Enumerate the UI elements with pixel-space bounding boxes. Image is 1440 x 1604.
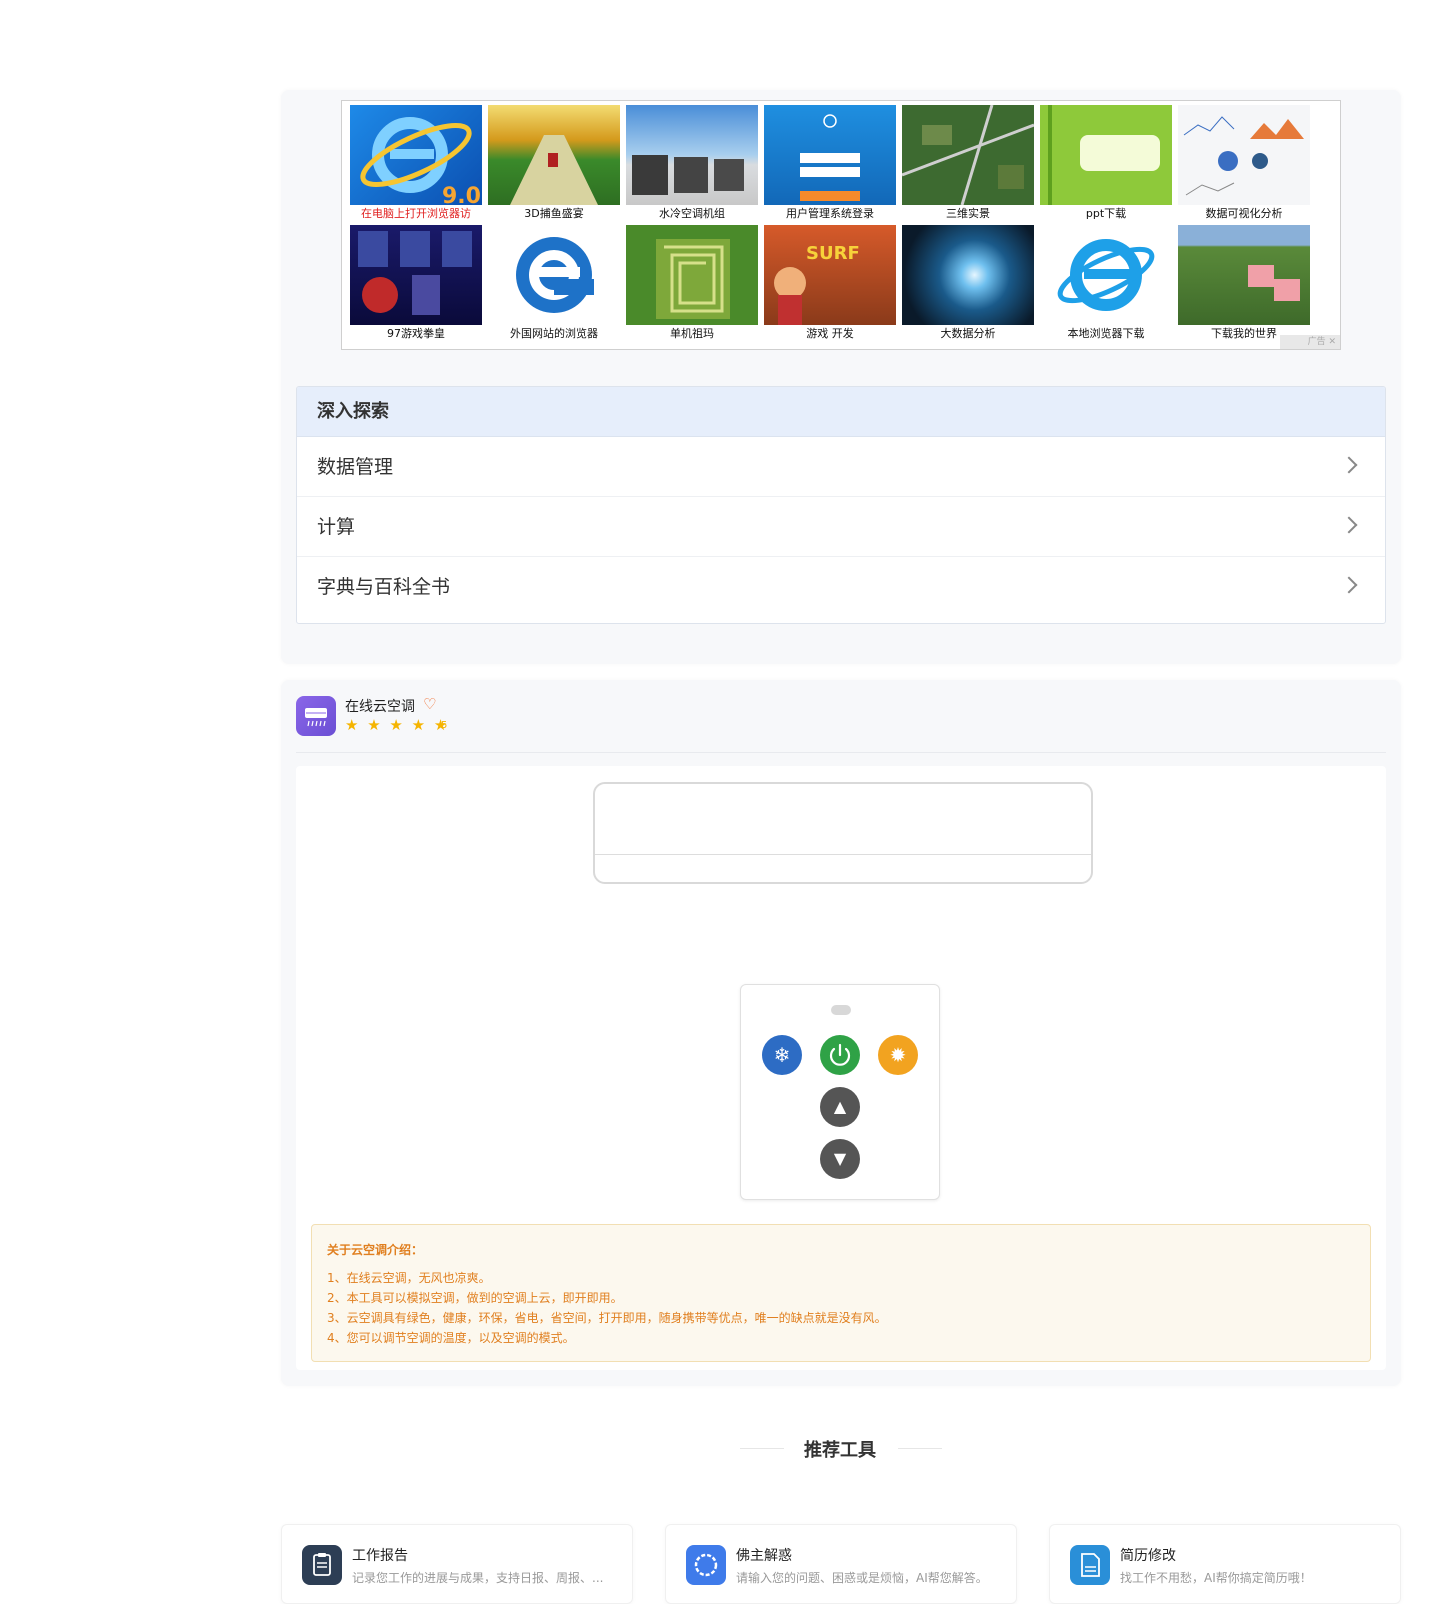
sunflower-game-image <box>488 105 620 205</box>
document-icon <box>1070 1545 1110 1585</box>
intro-line: 1、在线云空调，无风也凉爽。 <box>327 1271 491 1285</box>
triangle-up-icon: ▲ <box>833 1097 847 1116</box>
aerial-map-image <box>902 105 1034 205</box>
recommend-card-work-report[interactable]: 工作报告 记录您工作的进展与成果，支持日报、周报、... <box>281 1524 633 1604</box>
ad-caption: 三维实景 <box>946 207 990 220</box>
ad-caption: 外国网站的浏览器 <box>510 327 598 340</box>
ad-tile-zuma[interactable]: 单机祖玛 <box>626 225 758 343</box>
ppt-template-image <box>1040 105 1172 205</box>
intro-line: 4、您可以调节空调的温度，以及空调的模式。 <box>327 1331 575 1345</box>
recommend-title: 推荐工具 <box>804 1440 876 1461</box>
remote-control: ❄ ✹ ▲ ▼ <box>740 984 940 1200</box>
heating-mode-button[interactable]: ✹ <box>878 1035 918 1075</box>
temperature-up-button[interactable]: ▲ <box>820 1087 860 1127</box>
triangle-down-icon: ▼ <box>833 1149 847 1168</box>
explore-item-label: 数据管理 <box>317 456 394 478</box>
ad-tile-kof[interactable]: 97游戏拳皇 <box>350 225 482 343</box>
ad-tile-data-viz[interactable]: 数据可视化分析 <box>1178 105 1310 223</box>
rating-value: 5 <box>441 720 448 731</box>
divider <box>296 752 1386 753</box>
explore-item-label: 计算 <box>317 516 356 538</box>
recommend-name: 工作报告 <box>352 1548 408 1564</box>
recommend-name: 佛主解惑 <box>736 1548 792 1564</box>
recommend-desc: 找工作不用愁，AI帮你搞定简历哦！ <box>1120 1571 1312 1585</box>
explore-item-dictionary[interactable]: 字典与百科全书 <box>297 557 1385 617</box>
sun-icon: ✹ <box>889 1043 907 1067</box>
ad-caption: 在电脑上打开浏览器访 <box>361 207 471 220</box>
air-conditioner-unit <box>593 782 1093 884</box>
explore-panel: 深入探索 数据管理 计算 字典与百科全书 <box>296 386 1386 624</box>
ad-caption: 用户管理系统登录 <box>786 207 874 220</box>
ad-tile-ppt[interactable]: ppt下载 <box>1040 105 1172 223</box>
ad-caption: 水冷空调机组 <box>659 207 725 220</box>
recommend-name: 简历修改 <box>1120 1548 1176 1564</box>
clipboard-icon <box>302 1545 342 1585</box>
ad-caption: 97游戏拳皇 <box>387 327 445 340</box>
favorite-heart-icon[interactable]: ♡ <box>423 695 436 713</box>
chiller-image <box>626 105 758 205</box>
tool-card: 在线云空调 ♡ ★ ★ ★ ★ ★ 5 ❄ ✹ ▲ ▼ 关于云空调介绍： 1、在… <box>281 680 1401 1386</box>
ie-logo-image <box>1040 225 1172 325</box>
air-conditioner-icon <box>296 696 336 736</box>
fighting-game-image <box>350 225 482 325</box>
snowflake-icon: ❄ <box>773 1043 791 1067</box>
temperature-down-button[interactable]: ▼ <box>820 1139 860 1179</box>
maze-game-image <box>626 225 758 325</box>
svg-text:SURF: SURF <box>806 243 860 264</box>
ie-logo-image: 9.0 <box>350 105 482 205</box>
login-screen-image <box>764 105 896 205</box>
intro-line: 3、云空调具有绿色，健康，环保，省电，省空间，打开即用，随身携带等优点，唯一的缺… <box>327 1311 887 1325</box>
intro-line: 2、本工具可以模拟空调，做到的空调上云，即开即用。 <box>327 1291 623 1305</box>
subway-game-image: SURF <box>764 225 896 325</box>
power-icon <box>829 1043 851 1066</box>
ad-tag[interactable]: 广告 ✕ <box>1280 335 1340 349</box>
remote-led-indicator <box>831 1005 851 1015</box>
svg-text:9.0: 9.0 <box>442 184 481 205</box>
ad-caption: 数据可视化分析 <box>1205 207 1283 220</box>
explore-title: 深入探索 <box>297 387 1385 437</box>
data-chart-image <box>1178 105 1310 205</box>
section-divider-right <box>898 1448 942 1449</box>
tool-workspace: ❄ ✹ ▲ ▼ 关于云空调介绍： 1、在线云空调，无风也凉爽。 2、本工具可以模… <box>296 766 1386 1370</box>
power-button[interactable] <box>820 1035 860 1075</box>
ad-tile-login[interactable]: 用户管理系统登录 <box>764 105 896 223</box>
data-tunnel-image <box>902 225 1034 325</box>
edge-logo-image <box>488 225 620 325</box>
ad-tile-fishing[interactable]: 3D捕鱼盛宴 <box>488 105 620 223</box>
recommend-card-resume[interactable]: 简历修改 找工作不用愁，AI帮你搞定简历哦！ <box>1049 1524 1401 1604</box>
ad-tile-bigdata[interactable]: 大数据分析 <box>902 225 1034 343</box>
ad-tile-minecraft[interactable]: 下载我的世界 <box>1178 225 1310 343</box>
intro-title: 关于云空调介绍： <box>327 1243 424 1257</box>
ad-caption: 大数据分析 <box>940 327 996 340</box>
ring-icon <box>686 1545 726 1585</box>
ad-tile-edge[interactable]: 外国网站的浏览器 <box>488 225 620 343</box>
recommend-desc: 请输入您的问题、困惑或是烦恼，AI帮您解答。 <box>736 1571 988 1585</box>
chevron-right-icon <box>1340 516 1358 534</box>
ad-caption: 游戏 开发 <box>806 327 854 340</box>
explore-item-label: 字典与百科全书 <box>317 576 451 598</box>
recommend-desc: 记录您工作的进展与成果，支持日报、周报、... <box>352 1571 604 1585</box>
recommend-card-buddha[interactable]: 佛主解惑 请输入您的问题、困惑或是烦恼，AI帮您解答。 <box>665 1524 1017 1604</box>
ad-tile-local-browser[interactable]: 本地浏览器下载 <box>1040 225 1172 343</box>
ad-tile-game-dev[interactable]: SURF 游戏 开发 <box>764 225 896 343</box>
ad-tile-browser[interactable]: 9.0 在电脑上打开浏览器访 <box>350 105 482 223</box>
ad-tile-chiller[interactable]: 水冷空调机组 <box>626 105 758 223</box>
tool-title: 在线云空调 <box>345 699 415 715</box>
chevron-right-icon <box>1340 456 1358 474</box>
ad-banner[interactable]: 9.0 在电脑上打开浏览器访 3D捕鱼盛宴 水冷空调机组 用户管理系统登录 三维… <box>341 100 1341 350</box>
ad-caption: 3D捕鱼盛宴 <box>524 207 584 220</box>
rating-stars: ★ ★ ★ ★ ★ <box>345 716 450 734</box>
minecraft-image <box>1178 225 1310 325</box>
tool-intro: 关于云空调介绍： 1、在线云空调，无风也凉爽。 2、本工具可以模拟空调，做到的空… <box>311 1224 1371 1362</box>
chevron-right-icon <box>1340 576 1358 594</box>
ad-tile-3d-map[interactable]: 三维实景 <box>902 105 1034 223</box>
ad-caption: ppt下载 <box>1085 207 1127 220</box>
explore-item-data-management[interactable]: 数据管理 <box>297 437 1385 497</box>
cooling-mode-button[interactable]: ❄ <box>762 1035 802 1075</box>
ad-card: 9.0 在电脑上打开浏览器访 3D捕鱼盛宴 水冷空调机组 用户管理系统登录 三维… <box>281 90 1401 664</box>
ad-caption: 本地浏览器下载 <box>1067 327 1145 340</box>
ac-vent-line <box>595 854 1091 855</box>
ad-caption: 单机祖玛 <box>670 327 714 340</box>
explore-item-calculation[interactable]: 计算 <box>297 497 1385 557</box>
